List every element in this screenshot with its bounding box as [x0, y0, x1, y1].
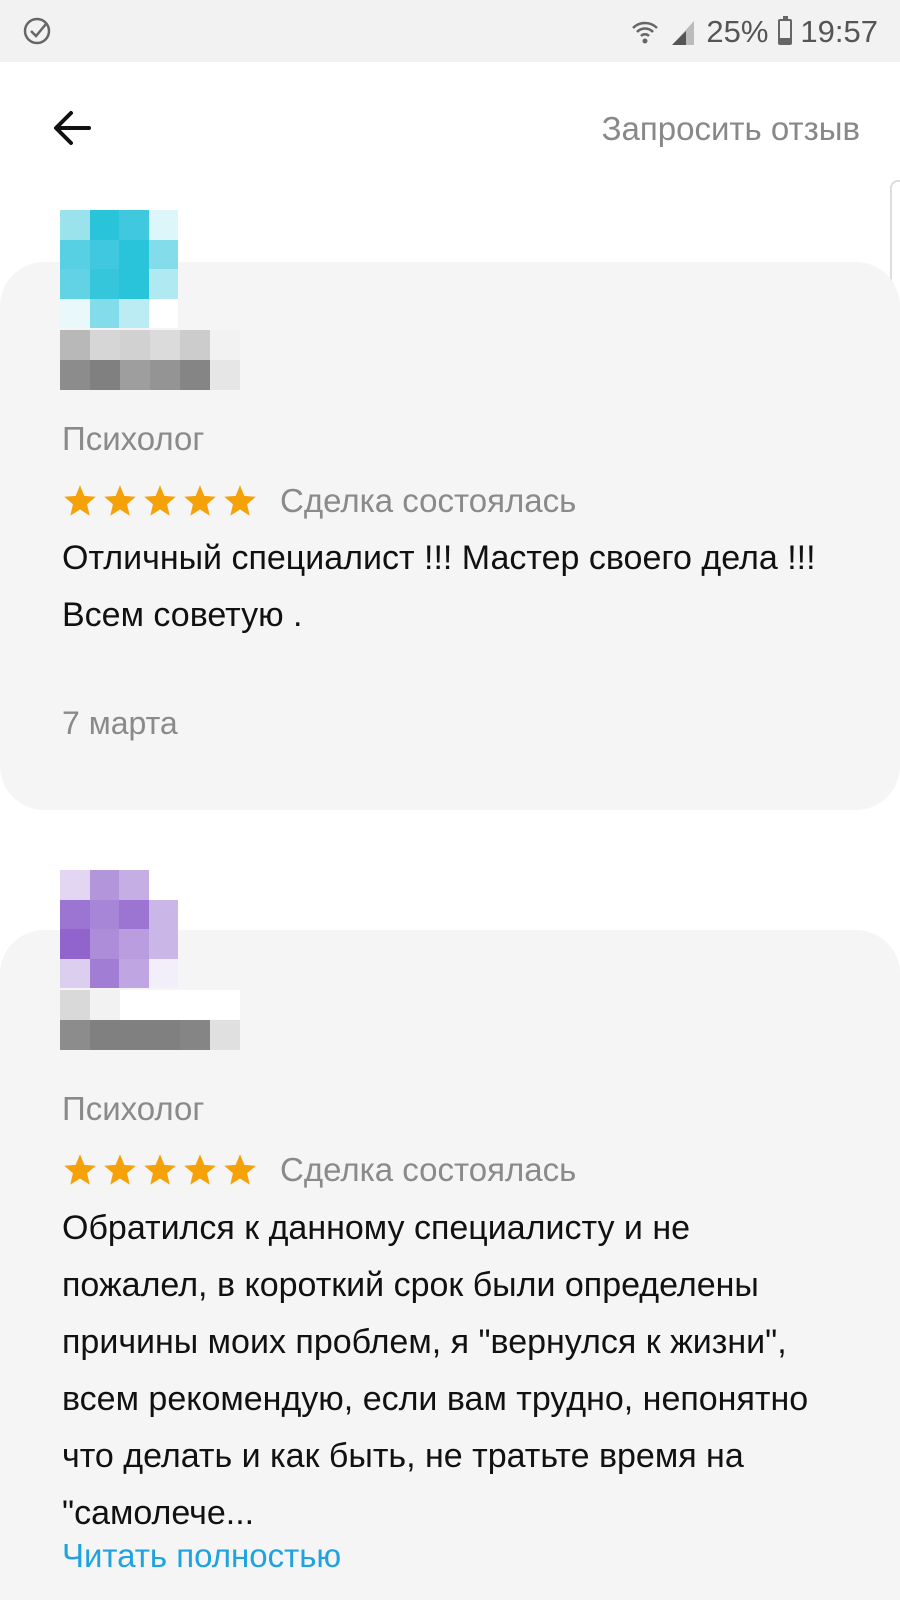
review-body: Обратился к данному специалисту и не пож…	[62, 1209, 809, 1532]
star-rating	[62, 483, 258, 519]
arrow-left-icon	[54, 111, 91, 145]
reviewer-name	[60, 330, 240, 390]
review-text: Отличный специалист !!! Мастер своего де…	[62, 530, 842, 644]
star-icon	[184, 485, 216, 516]
deal-status: Сделка состоялась	[280, 1151, 577, 1188]
avatar	[60, 870, 178, 988]
star-rating	[62, 1152, 258, 1188]
clock: 19:57	[800, 14, 878, 49]
star-icon	[224, 1154, 256, 1185]
deal-status: Сделка состоялась	[280, 482, 577, 519]
reviewer-role: Психолог	[62, 1090, 205, 1127]
review-date: 7 марта	[62, 705, 178, 741]
app-bar: Запросить отзыв	[0, 62, 900, 202]
review-text: Обратился к данному специалисту и не пож…	[62, 1200, 842, 1542]
battery-icon	[778, 16, 793, 45]
wifi-icon	[632, 21, 659, 44]
check-circle-icon	[23, 17, 51, 45]
star-icon	[104, 1154, 136, 1185]
rating-row: Сделка состоялась	[62, 481, 576, 521]
star-icon	[224, 485, 256, 516]
review-body: Отличный специалист !!! Мастер своего де…	[62, 539, 816, 634]
star-icon	[144, 1154, 176, 1185]
star-icon	[64, 485, 96, 516]
reviewer-role: Психолог	[62, 420, 205, 457]
reviewer-name	[60, 990, 240, 1050]
request-review-button[interactable]: Запросить отзыв	[602, 110, 860, 148]
signal-icon	[672, 21, 695, 45]
avatar	[60, 210, 178, 328]
star-icon	[144, 485, 176, 516]
star-icon	[64, 1154, 96, 1185]
rating-row: Сделка состоялась	[62, 1150, 576, 1190]
star-icon	[104, 485, 136, 516]
read-more-link[interactable]: Читать полностью	[62, 1537, 341, 1575]
back-button[interactable]	[44, 100, 100, 156]
status-bar: 25% 19:57	[0, 0, 900, 62]
star-icon	[184, 1154, 216, 1185]
status-indicators: 25% 19:57	[630, 10, 878, 54]
battery-percent: 25%	[706, 14, 769, 49]
